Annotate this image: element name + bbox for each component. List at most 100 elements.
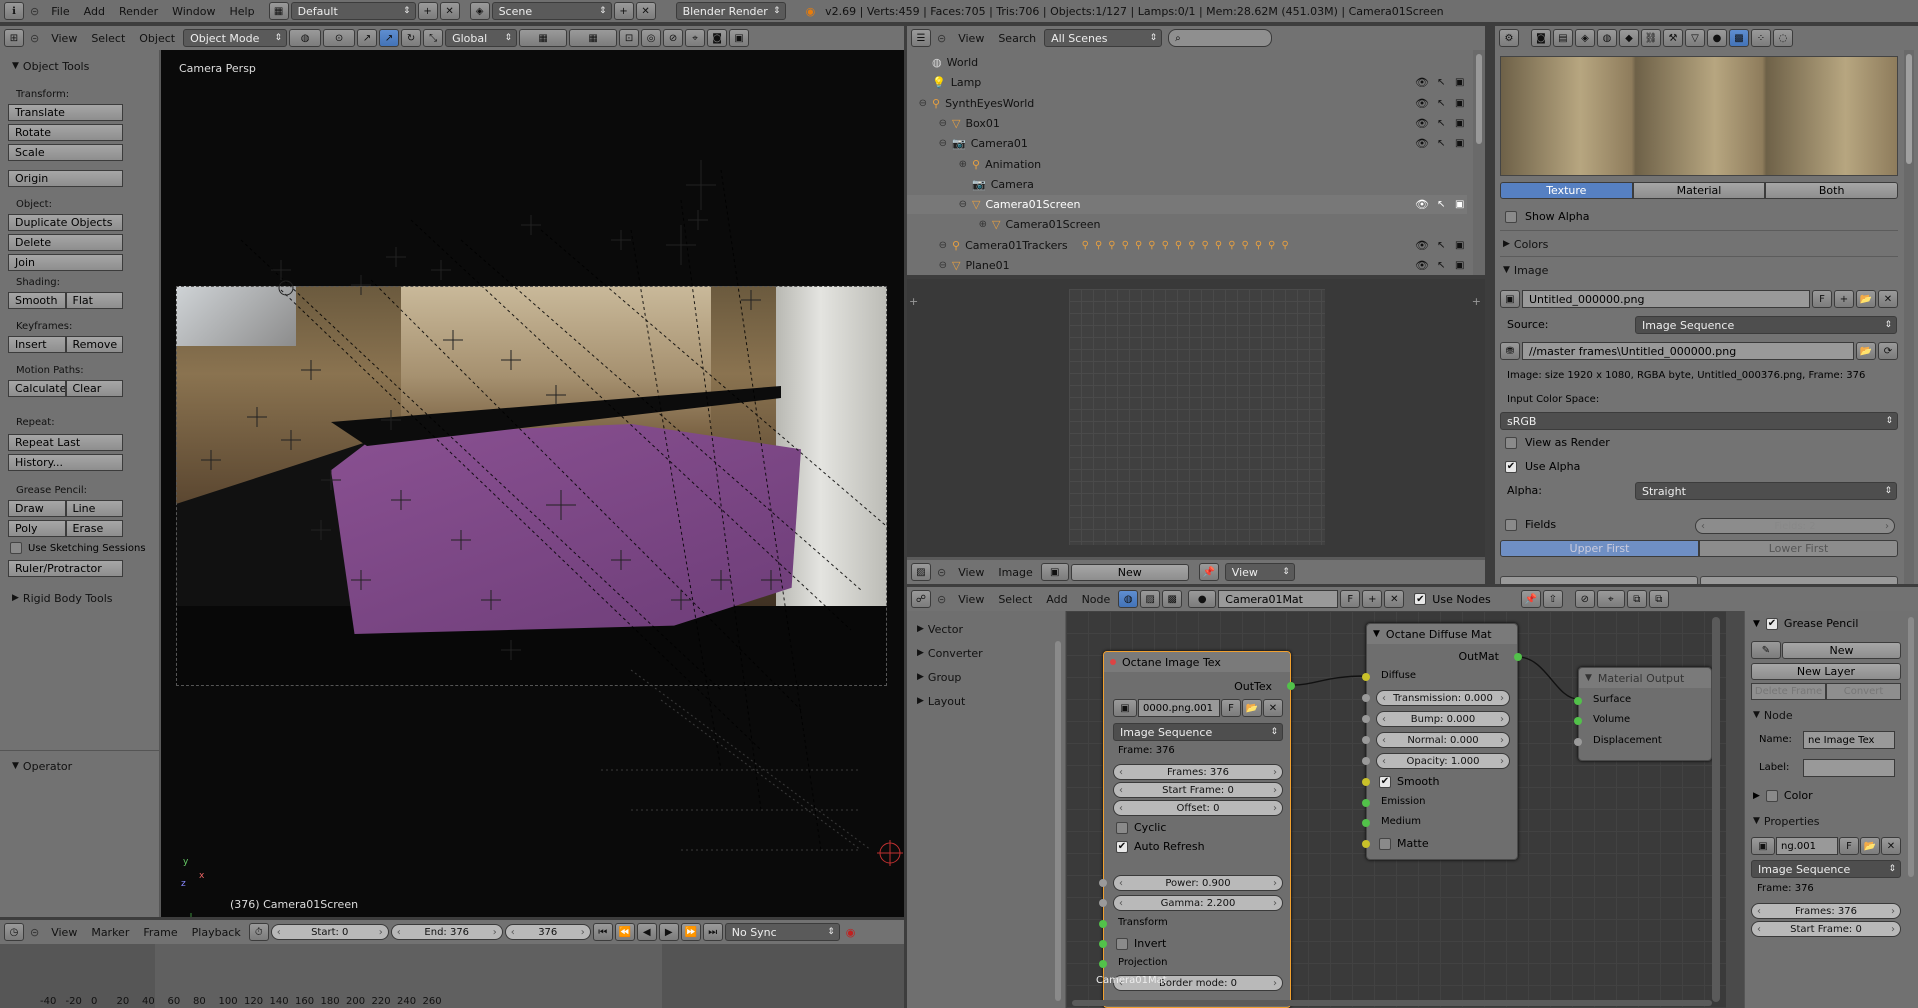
- menu-select[interactable]: Select: [85, 32, 131, 45]
- matte-socket[interactable]: [1362, 840, 1370, 848]
- add-scene-icon[interactable]: +: [613, 2, 634, 20]
- search-input[interactable]: ⌕: [1168, 29, 1273, 47]
- end-frame-field[interactable]: End: 376: [390, 924, 503, 940]
- frames-field[interactable]: Frames: 376: [1113, 764, 1283, 780]
- transform-socket[interactable]: [1099, 920, 1107, 928]
- outliner-item-camera01trackers[interactable]: ⊖ ⚲ Camera01Trackers ⚲⚲⚲⚲⚲⚲⚲⚲⚲⚲⚲⚲⚲⚲⚲⚲ 👁 ↖ ▣: [907, 236, 1467, 255]
- menu-add[interactable]: Add: [1040, 593, 1073, 606]
- menu-view[interactable]: View: [45, 32, 83, 45]
- delete-frame-button[interactable]: Delete Frame: [1751, 683, 1826, 700]
- fake-user-icon[interactable]: F: [1340, 590, 1361, 608]
- mode-select[interactable]: Object Mode: [183, 29, 288, 47]
- operator-header[interactable]: ▼ Operator: [12, 756, 72, 776]
- render-anim-icon[interactable]: ▣: [729, 29, 750, 47]
- node-image-field[interactable]: 0000.png.001: [1138, 699, 1220, 717]
- expand-toggle-icon[interactable]: ⊖: [907, 240, 947, 251]
- jump-end-icon[interactable]: ⏭: [702, 923, 723, 941]
- outliner-item-camera01[interactable]: ⊖ 📷 Camera01 👁 ↖ ▣: [907, 134, 1467, 153]
- np-frames-field[interactable]: Frames: 376: [1751, 903, 1901, 919]
- normal-socket[interactable]: [1362, 736, 1370, 744]
- power-field[interactable]: Power: 0.900: [1113, 875, 1283, 891]
- snap-type-icon[interactable]: ⌖: [1596, 590, 1625, 608]
- invert-socket[interactable]: [1099, 940, 1107, 948]
- image-editor-icon[interactable]: ▨: [911, 563, 931, 581]
- current-frame-field[interactable]: 376: [504, 924, 591, 940]
- insert-keyframe-button[interactable]: Insert: [8, 336, 66, 353]
- sync-select[interactable]: No Sync: [724, 923, 840, 941]
- expand-toggle-icon[interactable]: ⊕: [907, 159, 967, 170]
- layers2-icon[interactable]: ▦: [569, 29, 618, 47]
- fields-value[interactable]: Fields: 2: [1695, 518, 1895, 534]
- grease-pencil-checkbox[interactable]: ✔: [1765, 617, 1778, 630]
- node-source-select[interactable]: Image Sequence: [1113, 723, 1283, 741]
- material-name-field[interactable]: Camera01Mat: [1218, 590, 1339, 608]
- ruler-button[interactable]: Ruler/Protractor: [8, 560, 123, 577]
- scene-select[interactable]: Scene: [491, 2, 612, 20]
- origin-button[interactable]: Origin: [8, 170, 123, 187]
- menu-node[interactable]: Node: [1076, 593, 1117, 606]
- render-icon[interactable]: ◙: [707, 29, 728, 47]
- smooth-socket[interactable]: [1362, 778, 1370, 786]
- outliner-editor-icon[interactable]: ☰: [911, 29, 931, 47]
- line-button[interactable]: Line: [65, 500, 123, 517]
- group-category[interactable]: ▶ Group: [917, 667, 961, 687]
- expand-toggle-icon[interactable]: ⊖: [907, 260, 947, 271]
- bump-socket[interactable]: [1362, 715, 1370, 723]
- layers-tab-icon[interactable]: ▤: [1553, 29, 1573, 47]
- new-image-button[interactable]: New: [1070, 563, 1189, 581]
- lock-icon[interactable]: ⊡: [619, 29, 640, 47]
- fields-checkbox[interactable]: [1505, 518, 1517, 531]
- transmission-field[interactable]: Transmission: 0.000: [1376, 690, 1510, 706]
- image-header[interactable]: ▼ Image: [1503, 260, 1548, 280]
- convert-button[interactable]: Convert: [1826, 683, 1901, 700]
- new-grease-button[interactable]: New: [1782, 641, 1901, 659]
- menu-help[interactable]: Help: [223, 5, 260, 18]
- play-reverse-icon[interactable]: ◀: [636, 923, 657, 941]
- image-view-select[interactable]: View: [1224, 563, 1295, 581]
- pivot-icon[interactable]: ⊙: [323, 29, 356, 47]
- parent-node-icon[interactable]: ⇧: [1542, 590, 1563, 608]
- history-button[interactable]: History...: [8, 454, 123, 471]
- timeline-editor-icon[interactable]: ◷: [4, 923, 24, 941]
- collapse-icon[interactable]: ⊝: [30, 5, 39, 18]
- expand-toggle-icon[interactable]: ⊕: [907, 219, 987, 230]
- repeat-last-button[interactable]: Repeat Last: [8, 434, 123, 451]
- tab-material[interactable]: Material: [1632, 182, 1766, 199]
- material-tab-icon[interactable]: ●: [1707, 29, 1727, 47]
- snap-node-icon[interactable]: ⊘: [1574, 590, 1595, 608]
- node-name-field[interactable]: ne Image Tex: [1803, 731, 1895, 749]
- expand-toggle-icon[interactable]: ⊖: [907, 199, 967, 210]
- outtex-socket[interactable]: [1287, 682, 1295, 690]
- delete-button[interactable]: Delete: [8, 234, 123, 251]
- paste-nodes-icon[interactable]: ⧉: [1648, 590, 1669, 608]
- outliner-item-lamp[interactable]: 💡 Lamp 👁 ↖ ▣: [907, 73, 1467, 92]
- menu-view[interactable]: View: [952, 32, 990, 45]
- scale-manip-icon[interactable]: ⤡: [423, 29, 444, 47]
- erase-button[interactable]: Erase: [65, 520, 123, 537]
- copy-nodes-icon[interactable]: ⧉: [1626, 590, 1647, 608]
- node-output-header[interactable]: ▼ Material Output: [1579, 668, 1711, 688]
- pin-icon[interactable]: 📌: [1198, 563, 1219, 581]
- tab-texture[interactable]: Texture: [1500, 182, 1633, 199]
- poly-button[interactable]: Poly: [8, 520, 66, 537]
- scene-tab-icon[interactable]: ◈: [1575, 29, 1595, 47]
- menu-object[interactable]: Object: [133, 32, 181, 45]
- particles-tab-icon[interactable]: ⁘: [1751, 29, 1771, 47]
- displacement-socket[interactable]: [1574, 738, 1582, 746]
- draw-button[interactable]: Draw: [8, 500, 66, 517]
- texture-tab-icon[interactable]: ▩: [1729, 29, 1749, 47]
- rigid-body-header[interactable]: ▶ Rigid Body Tools: [12, 588, 113, 608]
- matte-checkbox[interactable]: [1379, 837, 1391, 850]
- translate-button[interactable]: Translate: [8, 104, 123, 121]
- alpha-select[interactable]: Straight: [1635, 482, 1897, 500]
- use-nodes-checkbox[interactable]: ✔: [1414, 593, 1427, 605]
- menu-frame[interactable]: Frame: [137, 926, 183, 939]
- collapse-icon[interactable]: ⊝: [937, 566, 946, 579]
- play-icon[interactable]: ▶: [658, 923, 679, 941]
- duplicate-objects-button[interactable]: Duplicate Objects: [8, 214, 123, 231]
- jump-start-icon[interactable]: ⏮: [592, 923, 613, 941]
- selectable-arrow-icon[interactable]: ↖: [1437, 260, 1445, 271]
- image-name-field[interactable]: Untitled_000000.png: [1522, 290, 1810, 308]
- upper-first-button[interactable]: Upper First: [1500, 540, 1699, 557]
- outmat-socket[interactable]: [1514, 653, 1522, 661]
